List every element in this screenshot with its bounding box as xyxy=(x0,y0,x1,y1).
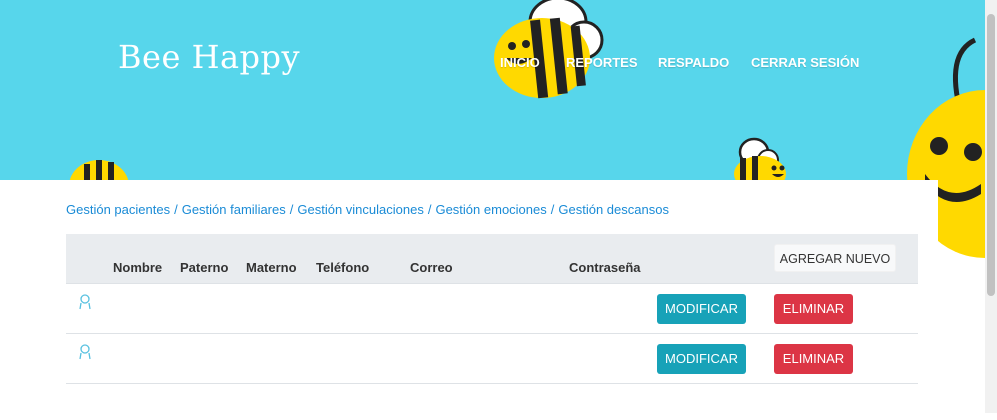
table-row: MODIFICAR ELIMINAR xyxy=(66,334,918,384)
breadcrumb-separator: / xyxy=(174,202,178,217)
user-icon[interactable] xyxy=(78,344,92,360)
add-new-button[interactable]: AGREGAR NUEVO xyxy=(774,244,896,272)
breadcrumb-vinculaciones[interactable]: Gestión vinculaciones xyxy=(297,202,423,217)
breadcrumb-separator: / xyxy=(550,202,555,217)
column-header-contrasena: Contraseña xyxy=(569,260,641,275)
column-header-correo: Correo xyxy=(410,260,453,275)
bee-illustration xyxy=(494,0,604,99)
column-header-paterno: Paterno xyxy=(180,260,229,275)
user-icon[interactable] xyxy=(78,294,92,310)
column-header-telefono: Teléfono xyxy=(316,260,370,275)
breadcrumb-emociones[interactable]: Gestión emociones xyxy=(435,202,546,217)
breadcrumb-separator: / xyxy=(427,202,432,217)
bee-illustration xyxy=(69,160,129,180)
column-header-materno: Materno xyxy=(246,260,297,275)
table-header: Nombre Paterno Materno Teléfono Correo C… xyxy=(66,234,918,284)
main-nav: INICIO REPORTES RESPALDO CERRAR SESIÓN xyxy=(0,55,997,71)
breadcrumb-pacientes[interactable]: Gestión pacientes xyxy=(66,202,170,217)
bee-illustration xyxy=(734,137,786,180)
nav-inicio[interactable]: INICIO xyxy=(500,55,540,70)
breadcrumb: Gestión pacientes / Gestión familiares / Ges… xyxy=(66,202,669,217)
nav-respaldo[interactable]: RESPALDO xyxy=(658,55,729,70)
modify-button[interactable]: MODIFICAR xyxy=(657,294,746,324)
scrollbar-thumb[interactable] xyxy=(987,14,995,296)
breadcrumb-familiares[interactable]: Gestión familiares xyxy=(182,202,286,217)
column-header-nombre: Nombre xyxy=(113,260,163,275)
delete-button[interactable]: ELIMINAR xyxy=(774,344,853,374)
modify-button[interactable]: MODIFICAR xyxy=(657,344,746,374)
delete-button[interactable]: ELIMINAR xyxy=(774,294,853,324)
breadcrumb-descansos[interactable]: Gestión descansos xyxy=(558,202,669,217)
table-row: MODIFICAR ELIMINAR xyxy=(66,284,918,334)
nav-reportes[interactable]: REPORTES xyxy=(566,55,638,70)
header-banner: Bee Happy INICIO REPORTES RESPALDO CERRA… xyxy=(0,0,997,180)
breadcrumb-separator: / xyxy=(289,202,294,217)
nav-cerrar-sesion[interactable]: CERRAR SESIÓN xyxy=(751,55,859,70)
